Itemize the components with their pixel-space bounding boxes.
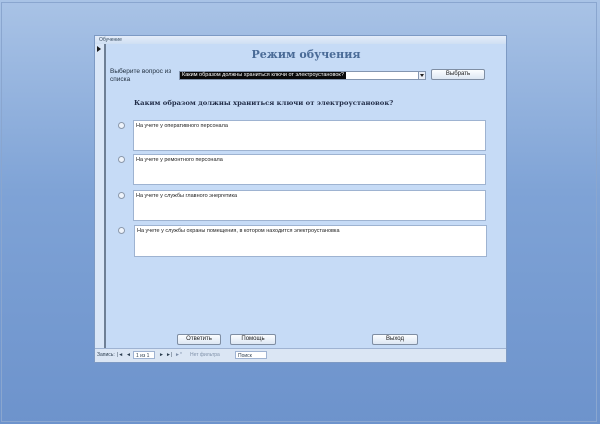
- question-combo-value[interactable]: Каким образом должны храниться ключи от …: [180, 72, 346, 79]
- record-navigation-bar: Запись: |◄ ◄ 1 из 1 ► ►| ►* Нет фильтра …: [95, 348, 506, 362]
- chevron-down-icon[interactable]: [418, 72, 425, 79]
- record-selector[interactable]: [95, 44, 106, 349]
- answer-radio-1[interactable]: [118, 122, 125, 129]
- help-button[interactable]: Помощь: [230, 334, 276, 345]
- answer-option-1[interactable]: На учете у оперативного персонала: [133, 120, 486, 151]
- current-record-field[interactable]: 1 из 1: [133, 351, 155, 359]
- current-record-icon: [97, 46, 101, 52]
- question-text: Каким образом должны храниться ключи от …: [134, 99, 394, 107]
- select-button[interactable]: Выбрать: [431, 69, 485, 80]
- new-record-button[interactable]: ►*: [175, 349, 182, 361]
- record-label: Запись:: [97, 352, 115, 358]
- first-record-button[interactable]: |◄: [117, 349, 123, 361]
- prev-record-button[interactable]: ◄: [126, 349, 131, 361]
- answer-option-4[interactable]: На учете у службы охраны помещения, в ко…: [134, 225, 487, 257]
- answer-button[interactable]: Ответить: [177, 334, 221, 345]
- answer-radio-4[interactable]: [118, 227, 125, 234]
- search-input[interactable]: Поиск: [235, 351, 267, 359]
- question-combo-label: Выберите вопрос из списка: [110, 68, 172, 83]
- page-title: Режим обучения: [251, 48, 361, 61]
- form-window: Обучение Режим обучения Выберите вопрос …: [94, 35, 507, 363]
- answer-radio-3[interactable]: [118, 192, 125, 199]
- exit-button[interactable]: Выход: [372, 334, 418, 345]
- answer-option-3[interactable]: На учете у службы главного энергетика: [133, 190, 486, 221]
- answer-option-2[interactable]: На учете у ремонтного персонала: [133, 154, 486, 185]
- next-record-button[interactable]: ►: [159, 349, 164, 361]
- question-combobox[interactable]: Каким образом должны храниться ключи от …: [179, 71, 426, 80]
- answer-radio-2[interactable]: [118, 156, 125, 163]
- filter-status[interactable]: Нет фильтра: [190, 349, 220, 361]
- form-body: Режим обучения Выберите вопрос из списка…: [106, 44, 506, 349]
- last-record-button[interactable]: ►|: [166, 349, 172, 361]
